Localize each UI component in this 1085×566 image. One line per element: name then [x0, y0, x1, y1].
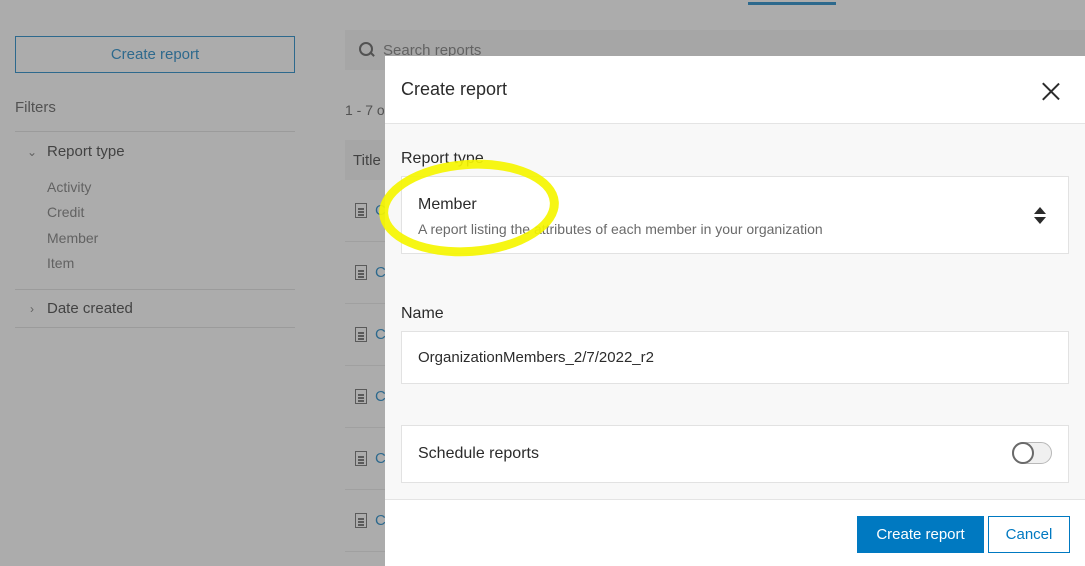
close-icon[interactable]	[1041, 81, 1061, 101]
schedule-reports-row: Schedule reports	[401, 425, 1069, 483]
name-field[interactable]	[401, 331, 1069, 384]
create-report-submit-button[interactable]: Create report	[857, 516, 984, 553]
dialog-title: Create report	[401, 79, 508, 99]
dialog-footer: Create report Cancel	[385, 499, 1085, 566]
name-label: Name	[401, 305, 444, 322]
select-arrows-icon	[1034, 207, 1046, 225]
dialog-header: Create report	[385, 56, 1085, 124]
schedule-reports-label: Schedule reports	[418, 445, 539, 462]
toggle-knob	[1012, 442, 1034, 464]
cancel-button[interactable]: Cancel	[988, 516, 1070, 553]
create-report-dialog: Create report Report type Member A repor…	[385, 56, 1085, 566]
schedule-reports-toggle[interactable]	[1012, 442, 1052, 464]
